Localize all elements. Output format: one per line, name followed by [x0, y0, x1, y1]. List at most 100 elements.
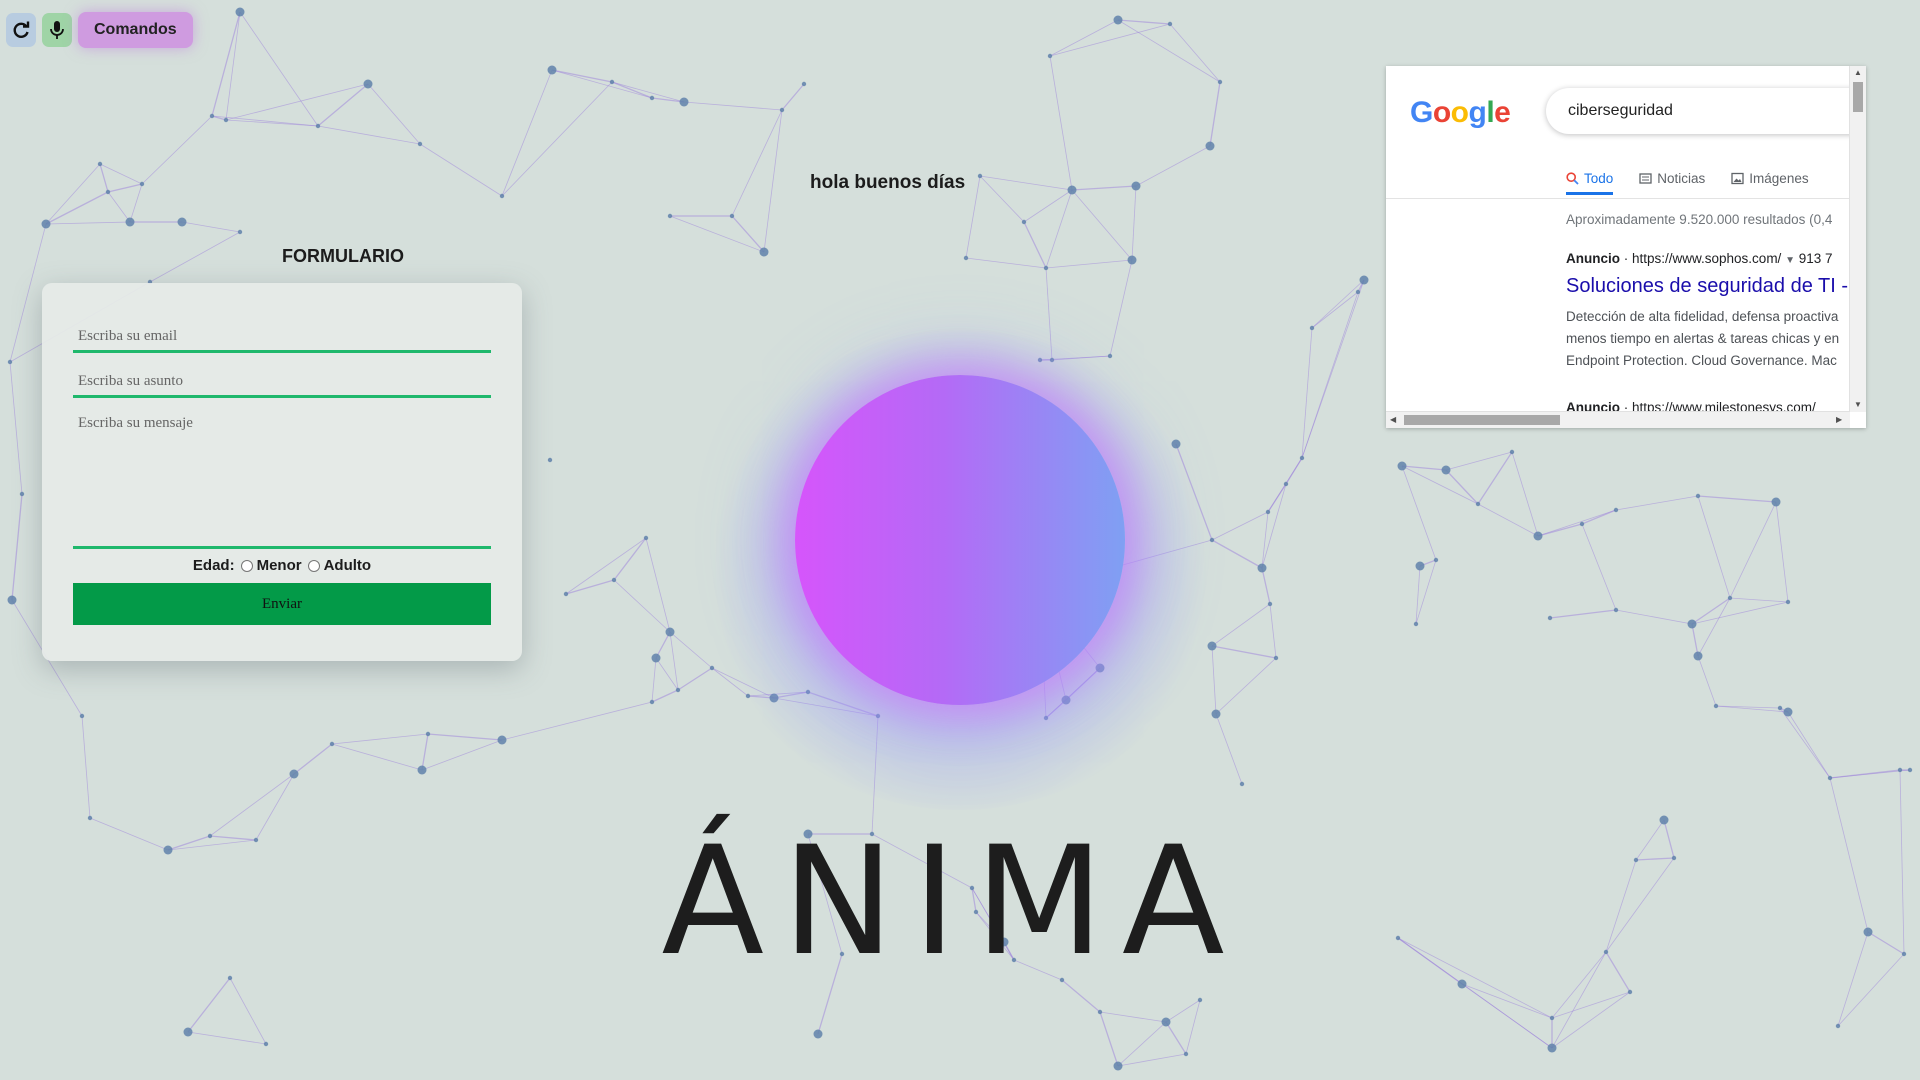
network-link — [1691, 623, 1699, 657]
network-node — [1901, 951, 1907, 957]
tab-imagenes-label: Imágenes — [1749, 170, 1809, 186]
network-link — [1109, 259, 1133, 357]
network-link — [1135, 145, 1211, 187]
network-node — [801, 81, 807, 87]
network-link — [1461, 983, 1553, 1049]
network-node — [1627, 989, 1633, 995]
network-link — [1477, 503, 1539, 537]
network-link — [1511, 451, 1539, 537]
email-input[interactable] — [73, 323, 491, 353]
ad-title-link[interactable]: Soluciones de seguridad de TI - — [1566, 275, 1848, 298]
refresh-button[interactable] — [6, 13, 36, 47]
network-link — [731, 215, 765, 253]
age-adult-radio[interactable] — [307, 559, 320, 572]
tab-todo[interactable]: Todo — [1566, 164, 1614, 195]
scroll-right-icon[interactable]: ▶ — [1836, 415, 1842, 424]
network-node — [1547, 615, 1553, 621]
network-link — [1729, 501, 1777, 599]
network-link — [187, 977, 231, 1033]
chevron-down-icon[interactable]: ▼ — [1785, 255, 1795, 266]
microphone-button[interactable] — [42, 13, 72, 47]
network-link — [1691, 601, 1789, 625]
horizontal-scroll-thumb[interactable] — [1404, 415, 1560, 425]
network-node — [1533, 531, 1543, 541]
network-link — [965, 257, 1047, 269]
network-link — [427, 733, 503, 741]
network-link — [421, 739, 503, 771]
submit-button[interactable]: Enviar — [73, 583, 491, 625]
scroll-down-icon[interactable]: ▼ — [1854, 400, 1862, 409]
network-link — [1117, 19, 1171, 25]
network-link — [1301, 291, 1359, 459]
tab-todo-label: Todo — [1584, 170, 1614, 186]
network-node — [547, 65, 557, 75]
network-node — [667, 213, 673, 219]
network-node — [609, 79, 615, 85]
network-node — [87, 815, 93, 821]
subject-input[interactable] — [73, 368, 491, 398]
network-node — [1257, 563, 1267, 573]
search-icon — [1566, 171, 1579, 185]
network-link — [317, 125, 421, 145]
network-node — [177, 217, 187, 227]
tabs-divider — [1386, 198, 1856, 199]
network-node — [611, 577, 617, 583]
vertical-scroll-thumb[interactable] — [1853, 82, 1863, 112]
network-node — [963, 255, 969, 261]
network-link — [107, 191, 131, 223]
tab-noticias[interactable]: Noticias — [1639, 164, 1705, 192]
tab-noticias-label: Noticias — [1657, 170, 1706, 186]
network-link — [1635, 819, 1665, 861]
network-link — [1551, 991, 1631, 1049]
network-node — [1047, 53, 1053, 59]
network-node — [1413, 621, 1419, 627]
network-node — [163, 845, 173, 855]
network-link — [1215, 657, 1277, 715]
horizontal-scrollbar[interactable]: ◀ ▶ — [1386, 411, 1850, 428]
network-node — [563, 591, 569, 597]
network-link — [129, 183, 143, 223]
network-link — [781, 83, 805, 111]
network-link — [211, 11, 241, 117]
scroll-up-icon[interactable]: ▲ — [1854, 68, 1862, 77]
network-link — [1049, 23, 1171, 57]
top-toolbar: Comandos — [6, 12, 193, 48]
network-node — [417, 765, 427, 775]
google-search-value: ciberseguridad — [1568, 102, 1673, 119]
commands-button[interactable]: Comandos — [78, 12, 193, 48]
ad-description: Detección de alta fidelidad, defensa pro… — [1566, 306, 1839, 372]
network-link — [1049, 19, 1119, 57]
network-node — [41, 219, 51, 229]
network-link — [1829, 769, 1911, 779]
network-link — [1211, 645, 1217, 715]
network-link — [255, 773, 295, 841]
network-node — [1863, 927, 1873, 937]
network-node — [1907, 767, 1913, 773]
network-link — [551, 69, 613, 83]
network-link — [99, 163, 143, 185]
network-node — [665, 627, 675, 637]
network-node — [235, 7, 245, 17]
message-textarea[interactable] — [73, 413, 491, 549]
network-node — [1603, 949, 1609, 955]
google-search-box[interactable]: ciberseguridad — [1546, 88, 1866, 134]
network-link — [1697, 655, 1717, 707]
assistant-orb[interactable] — [795, 375, 1125, 705]
network-link — [367, 83, 421, 145]
tab-imagenes[interactable]: Imágenes — [1731, 164, 1809, 192]
network-node — [1267, 601, 1273, 607]
network-link — [501, 81, 613, 197]
network-link — [501, 69, 553, 197]
network-link — [225, 11, 241, 121]
age-label: Edad: — [192, 557, 235, 574]
network-link — [1729, 597, 1789, 603]
network-link — [1311, 291, 1359, 329]
network-link — [1867, 931, 1905, 955]
network-node — [227, 975, 233, 981]
scroll-left-icon[interactable]: ◀ — [1390, 415, 1396, 424]
vertical-scrollbar[interactable]: ▲ ▼ — [1849, 66, 1866, 412]
ad-header: Anuncio · https://www.sophos.com/ ▼ 913 … — [1566, 251, 1833, 266]
age-minor-radio[interactable] — [240, 559, 253, 572]
ad-url[interactable]: https://www.sophos.com/ — [1632, 251, 1781, 266]
network-link — [1697, 495, 1731, 599]
